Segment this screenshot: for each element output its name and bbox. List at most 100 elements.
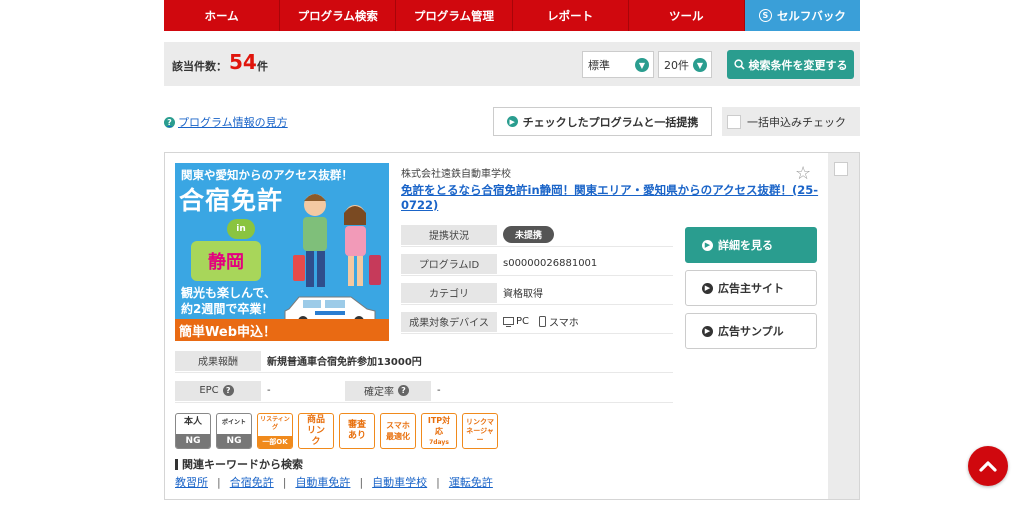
tag-itp-label: ITP対応 <box>427 415 451 436</box>
bulk-partner-button[interactable]: ▶ チェックしたプログラムと一括提携 <box>493 107 712 136</box>
tag-itp-days: 7days <box>429 438 449 446</box>
detail-button[interactable]: ▶ 詳細を見る <box>685 227 817 263</box>
chevron-up-icon <box>979 461 997 472</box>
nav-home[interactable]: ホーム <box>164 0 281 31</box>
keyword-link[interactable]: 教習所 <box>175 474 208 490</box>
nav-self-back[interactable]: S セルフバック <box>744 0 861 31</box>
nav-program-search[interactable]: プログラム検索 <box>280 0 397 31</box>
keyword-link[interactable]: 自動車学校 <box>372 474 427 490</box>
tag-sp-optimized: スマホ最適化 <box>380 413 416 449</box>
nav-tool[interactable]: ツール <box>628 0 745 31</box>
program-title-link[interactable]: 免許をとるなら合宿免許in静岡！関東エリア・愛知県からのアクセス抜群！(25-0… <box>401 183 821 213</box>
banner-cta: 簡単Web申込！ <box>175 319 389 341</box>
chevron-down-icon: ▼ <box>635 58 649 72</box>
program-info-help-label: プログラム情報の見方 <box>178 116 288 129</box>
keyword-link[interactable]: 合宿免許 <box>230 474 274 490</box>
epc-label-wrap: EPC ? <box>175 380 261 401</box>
ad-sample-button[interactable]: ▶ 広告サンプル <box>685 313 817 349</box>
device-pc-label: PC <box>516 316 530 327</box>
bulk-apply-check[interactable]: 一括申込みチェック <box>722 107 860 136</box>
program-info-help-link[interactable]: ? プログラム情報の見方 <box>164 114 288 130</box>
question-icon: ? <box>164 116 175 128</box>
tag-itp: ITP対応 7days <box>421 413 457 449</box>
change-search-button[interactable]: 検索条件を変更する <box>727 50 854 79</box>
main-nav: ホーム プログラム検索 プログラム管理 レポート ツール S セルフバック <box>164 0 861 31</box>
confirm-rate-label-wrap: 確定率 ? <box>345 380 431 401</box>
favorite-star-icon[interactable]: ☆ <box>795 163 811 184</box>
keyword-separator: | <box>282 475 287 489</box>
bulk-apply-checkbox[interactable] <box>727 114 741 129</box>
keyword-link[interactable]: 運転免許 <box>449 474 493 490</box>
confirm-rate-label: 確定率 <box>364 387 394 398</box>
sort-select[interactable]: 標準 ▼ <box>582 51 654 78</box>
epc-value: - <box>267 385 271 396</box>
nav-self-back-label: セルフバック <box>776 8 846 23</box>
tag-listing-foot: 一部OK <box>258 436 292 448</box>
program-id-label: プログラムID <box>401 253 497 274</box>
question-icon[interactable]: ? <box>398 385 409 396</box>
tag-listing-label: リスティング <box>260 416 290 431</box>
advertiser-site-label: 広告主サイト <box>718 282 784 295</box>
device-label: 成果対象デバイス <box>401 311 497 332</box>
nav-report[interactable]: レポート <box>512 0 629 31</box>
arrow-right-icon: ▶ <box>506 116 518 127</box>
info-row-id: プログラムID s00000026881001 <box>401 252 673 276</box>
result-bar: 該当件数： 54 件 標準 ▼ 20件 ▼ 検索条件を変更する <box>164 42 860 86</box>
feature-tags: 本人 NG ポイント NG リスティング 一部OK 商品リンク 審査あり スマホ… <box>175 413 498 449</box>
tag-point-ng-label: NG <box>217 434 251 448</box>
advertiser-site-button[interactable]: ▶ 広告主サイト <box>685 270 817 306</box>
reward-value: 新規普通車合宿免許参加13000円 <box>267 357 422 368</box>
device-value: PC スマホ <box>503 314 579 329</box>
status-value-wrap: 未提携 <box>503 226 555 243</box>
arrow-right-icon: ▶ <box>702 282 713 294</box>
ad-sample-label: 広告サンプル <box>718 325 784 338</box>
result-count: 54 <box>229 50 257 74</box>
search-icon <box>733 59 745 70</box>
reward-label: 成果報酬 <box>175 350 261 371</box>
info-row-category: カテゴリ 資格取得 <box>401 281 673 305</box>
tag-self-ng-label: NG <box>176 434 210 448</box>
result-count-label: 該当件数： <box>172 60 227 73</box>
tag-product-link: 商品リンク <box>298 413 334 449</box>
banner-illustration <box>284 194 381 326</box>
per-page-select[interactable]: 20件 ▼ <box>658 51 712 78</box>
detail-button-label: 詳細を見る <box>718 239 773 252</box>
advertiser-name: 株式会社遠鉄自動車学校 <box>401 169 511 180</box>
keyword-link[interactable]: 自動車免許 <box>295 474 350 490</box>
program-banner[interactable]: 関東や愛知からのアクセス抜群！ 合宿免許 in 静岡 観光も楽しんで、 約2週間… <box>175 163 389 341</box>
device-sp-label: スマホ <box>549 318 579 329</box>
tag-self-ng: 本人 NG <box>175 413 211 449</box>
bulk-apply-check-label: 一括申込みチェック <box>747 115 846 129</box>
info-row-device: 成果対象デバイス PC スマホ <box>401 310 673 334</box>
tag-link-manager-label: リンクマネージャー <box>466 417 494 444</box>
reward-row: 成果報酬 新規普通車合宿免許参加13000円 <box>175 349 673 373</box>
smartphone-icon <box>539 316 547 327</box>
change-search-label: 検索条件を変更する <box>748 58 848 72</box>
back-to-top-button[interactable] <box>968 446 1008 486</box>
arrow-right-icon: ▶ <box>702 239 713 251</box>
epc-label: EPC <box>199 385 219 396</box>
program-card: 関東や愛知からのアクセス抜群！ 合宿免許 in 静岡 観光も楽しんで、 約2週間… <box>164 152 860 500</box>
keyword-separator: | <box>436 475 440 489</box>
sort-select-value: 標準 <box>588 58 610 72</box>
confirm-rate-value: - <box>437 385 441 396</box>
program-select-checkbox[interactable] <box>834 162 848 176</box>
keywords-title: 関連キーワードから検索 <box>175 459 303 470</box>
info-row-status: 提携状況 未提携 <box>401 223 673 247</box>
status-label: 提携状況 <box>401 224 497 245</box>
keyword-separator: | <box>359 475 364 489</box>
question-icon[interactable]: ? <box>222 385 234 396</box>
bulk-partner-label: チェックしたプログラムと一括提携 <box>522 115 699 129</box>
tag-review-label: 審査あり <box>347 420 366 441</box>
card-check-column <box>828 153 859 499</box>
result-count-unit: 件 <box>257 60 268 73</box>
nav-program-manage[interactable]: プログラム管理 <box>396 0 513 31</box>
epc-row: EPC ? - 確定率 ? - <box>175 379 673 403</box>
program-id-value: s00000026881001 <box>503 258 598 269</box>
pc-icon <box>503 316 514 327</box>
category-value: 資格取得 <box>503 289 543 300</box>
tag-listing: リスティング 一部OK <box>257 413 293 449</box>
tag-sp-optimized-label: スマホ最適化 <box>386 421 410 441</box>
per-page-select-value: 20件 <box>664 58 689 72</box>
tag-link-manager: リンクマネージャー <box>462 413 498 449</box>
